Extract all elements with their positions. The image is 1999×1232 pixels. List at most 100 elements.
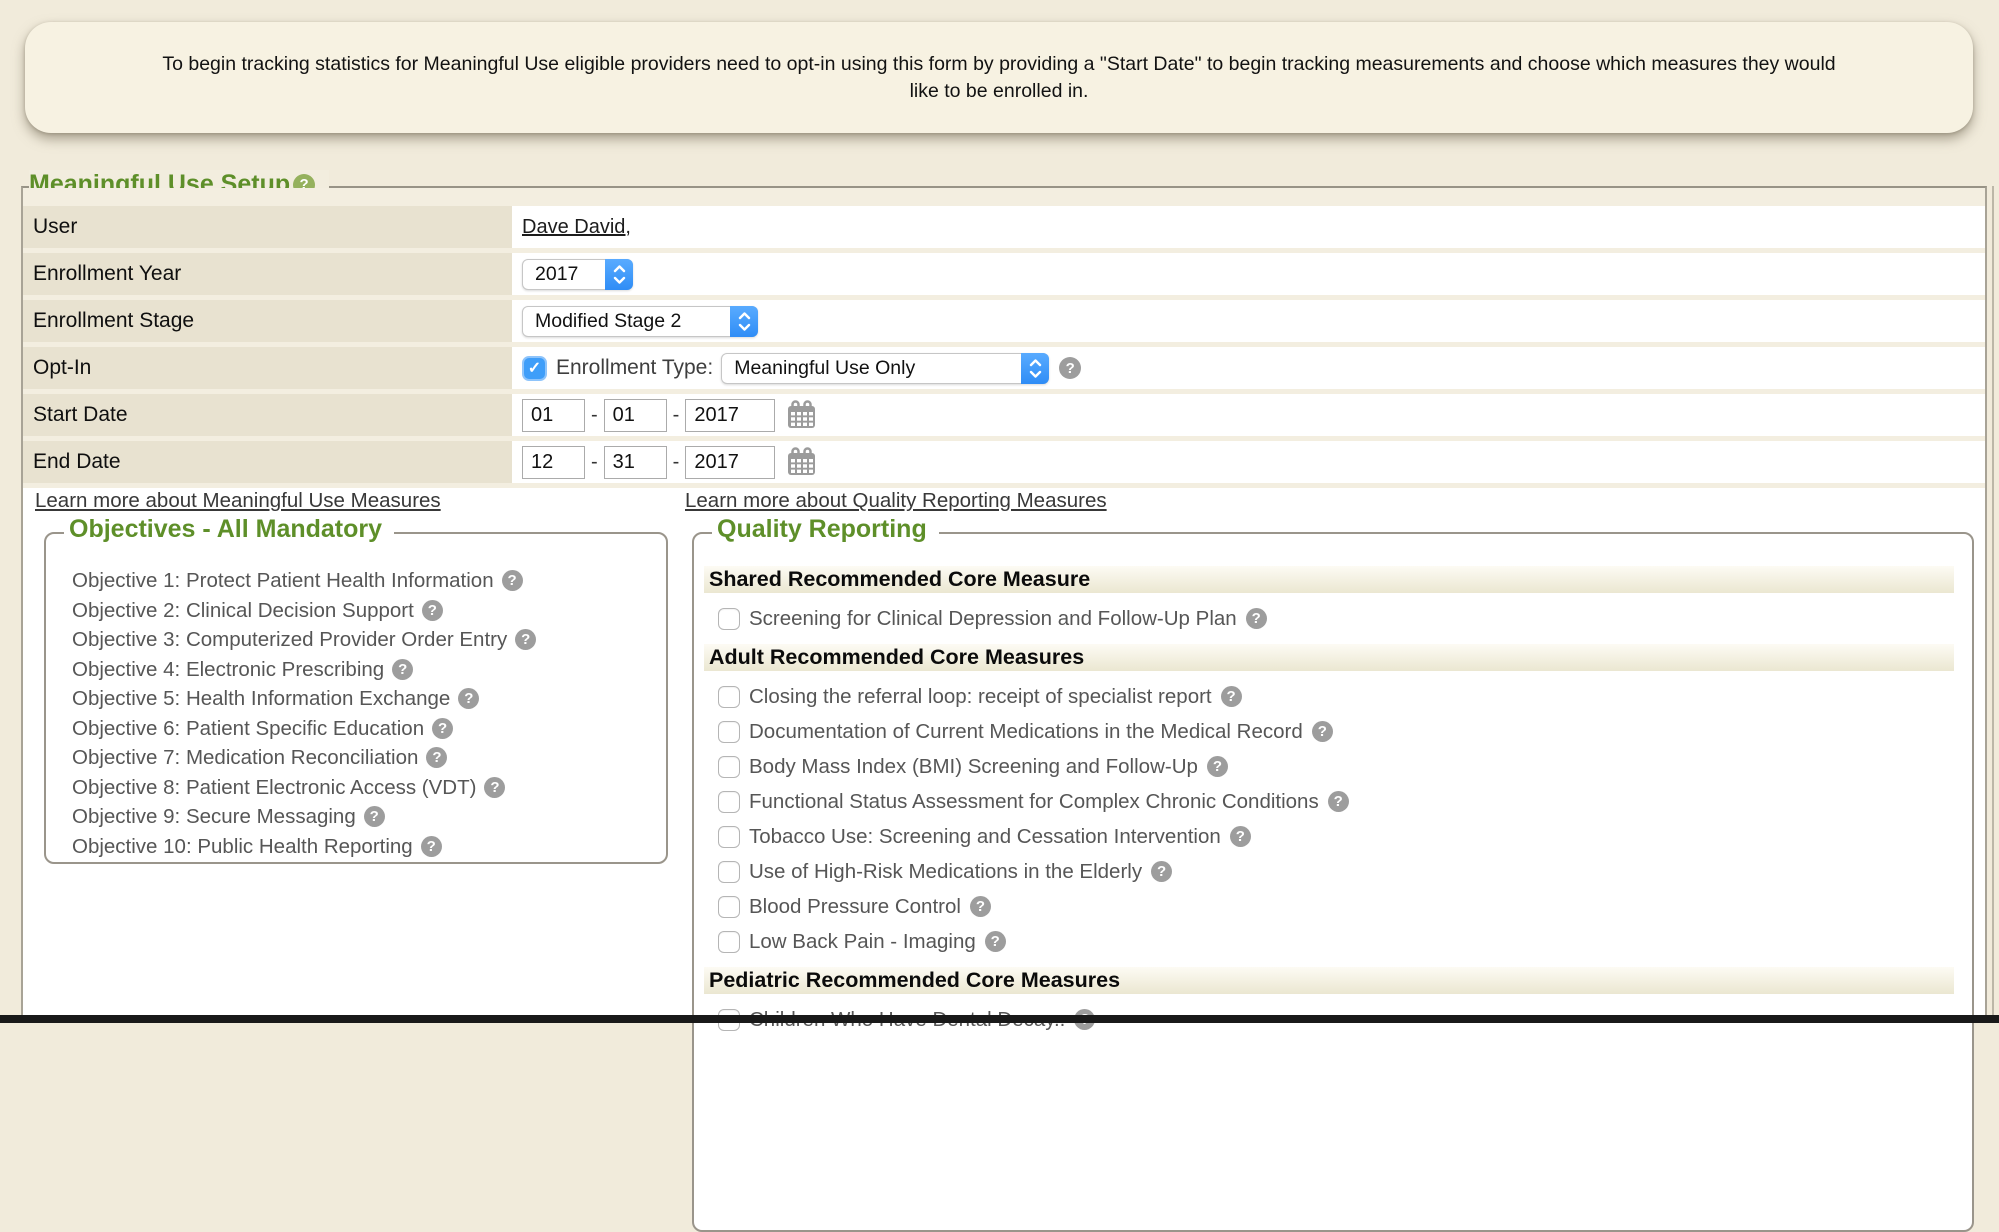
- calendar-icon[interactable]: [787, 400, 816, 430]
- help-icon[interactable]: ?: [1312, 721, 1333, 742]
- instruction-text: To begin tracking statistics for Meaning…: [149, 51, 1849, 105]
- end-date-month-input[interactable]: [522, 446, 585, 479]
- learn-more-qr-link[interactable]: Learn more about Quality Reporting Measu…: [685, 489, 1107, 513]
- opt-in-checkbox[interactable]: ✓: [522, 356, 547, 381]
- enrollment-type-help-icon[interactable]: ?: [1059, 357, 1081, 379]
- chevron-up-down-icon: [605, 259, 633, 290]
- table-row: Start Date - -: [23, 394, 1985, 436]
- objectives-fieldset: Objectives - All Mandatory Objective 1: …: [44, 532, 668, 864]
- quality-legend: Quality Reporting: [712, 515, 939, 544]
- list-item: Objective 9: Secure Messaging?: [72, 802, 666, 832]
- quality-reporting-fieldset: Quality Reporting Shared Recommended Cor…: [692, 532, 1974, 1232]
- end-date-label: End Date: [23, 441, 512, 483]
- list-item: Objective 2: Clinical Decision Support?: [72, 596, 666, 626]
- measure-row: Documentation of Current Medications in …: [718, 714, 1972, 749]
- measure-row: Blood Pressure Control ?: [718, 889, 1972, 924]
- measure-row: Use of High-Risk Medications in the Elde…: [718, 854, 1972, 889]
- help-icon[interactable]: ?: [458, 688, 479, 709]
- enrollment-type-inline-label: Enrollment Type:: [556, 356, 713, 380]
- help-icon[interactable]: ?: [970, 896, 991, 917]
- start-date-month-input[interactable]: [522, 399, 585, 432]
- enrollment-year-label: Enrollment Year: [23, 253, 512, 295]
- help-icon[interactable]: ?: [484, 777, 505, 798]
- check-icon: ✓: [528, 358, 541, 378]
- help-icon[interactable]: ?: [502, 570, 523, 591]
- section-header-shared: Shared Recommended Core Measure: [704, 566, 1954, 593]
- meaningful-use-setup-fieldset: Meaningful Use Setup ? User Dave David, …: [21, 186, 1987, 1023]
- start-date-label: Start Date: [23, 394, 512, 436]
- enrollment-stage-value: Modified Stage 2: [535, 310, 681, 333]
- help-icon[interactable]: ?: [426, 747, 447, 768]
- meaningful-use-setup-page: { "banner": { "text": "To begin tracking…: [0, 0, 1999, 1023]
- list-item: Objective 8: Patient Electronic Access (…: [72, 773, 666, 803]
- start-date-day-input[interactable]: [604, 399, 667, 432]
- measure-checkbox[interactable]: [718, 721, 740, 743]
- list-item: Objective 7: Medication Reconciliation?: [72, 743, 666, 773]
- help-icon[interactable]: ?: [422, 600, 443, 621]
- learn-more-mu-link[interactable]: Learn more about Meaningful Use Measures: [35, 489, 441, 513]
- setup-table: User Dave David, Enrollment Year 2017 En…: [23, 188, 1985, 488]
- measure-row: Body Mass Index (BMI) Screening and Foll…: [718, 749, 1972, 784]
- help-icon[interactable]: ?: [1151, 861, 1172, 882]
- end-date-year-input[interactable]: [685, 446, 775, 479]
- section-header-pediatric: Pediatric Recommended Core Measures: [704, 967, 1954, 994]
- end-date-day-input[interactable]: [604, 446, 667, 479]
- chevron-up-down-icon: [1021, 353, 1049, 384]
- help-icon[interactable]: ?: [1328, 791, 1349, 812]
- user-row-label: User: [23, 206, 512, 248]
- date-separator: -: [591, 404, 598, 427]
- enrollment-year-select[interactable]: 2017: [522, 259, 633, 290]
- date-separator: -: [673, 451, 680, 474]
- help-icon[interactable]: ?: [421, 836, 442, 857]
- start-date-year-input[interactable]: [685, 399, 775, 432]
- help-icon[interactable]: ?: [1207, 756, 1228, 777]
- list-item: Objective 10: Public Health Reporting?: [72, 832, 666, 862]
- measure-checkbox[interactable]: [718, 686, 740, 708]
- quality-list: Shared Recommended Core Measure Screenin…: [694, 534, 1972, 1037]
- measure-checkbox[interactable]: [718, 931, 740, 953]
- table-row: Opt-In ✓ Enrollment Type: Meaningful Use…: [23, 347, 1985, 389]
- measure-checkbox[interactable]: [718, 608, 740, 630]
- help-icon[interactable]: ?: [515, 629, 536, 650]
- chevron-up-down-icon: [730, 306, 758, 337]
- section-header-adult: Adult Recommended Core Measures: [704, 644, 1954, 671]
- measure-row: Tobacco Use: Screening and Cessation Int…: [718, 819, 1972, 854]
- help-icon[interactable]: ?: [1230, 826, 1251, 847]
- enrollment-stage-label: Enrollment Stage: [23, 300, 512, 342]
- enrollment-type-value: Meaningful Use Only: [734, 357, 915, 380]
- enrollment-year-value: 2017: [535, 263, 578, 286]
- measure-row: Closing the referral loop: receipt of sp…: [718, 679, 1972, 714]
- measure-row: Low Back Pain - Imaging ?: [718, 924, 1972, 959]
- help-icon[interactable]: ?: [432, 718, 453, 739]
- measure-checkbox[interactable]: [718, 861, 740, 883]
- help-icon[interactable]: ?: [392, 659, 413, 680]
- help-icon[interactable]: ?: [985, 931, 1006, 952]
- measure-checkbox[interactable]: [718, 896, 740, 918]
- date-separator: -: [591, 451, 598, 474]
- measure-row: Screening for Clinical Depression and Fo…: [718, 601, 1972, 636]
- list-item: Objective 1: Protect Patient Health Info…: [72, 566, 666, 596]
- enrollment-type-select[interactable]: Meaningful Use Only: [721, 353, 1049, 384]
- objectives-legend: Objectives - All Mandatory: [64, 515, 394, 544]
- table-row: Enrollment Stage Modified Stage 2: [23, 300, 1985, 342]
- help-icon[interactable]: ?: [364, 806, 385, 827]
- measure-checkbox[interactable]: [718, 756, 740, 778]
- objectives-list: Objective 1: Protect Patient Health Info…: [46, 534, 666, 861]
- measure-checkbox[interactable]: [718, 826, 740, 848]
- table-row: End Date - -: [23, 441, 1985, 483]
- table-row: Enrollment Year 2017: [23, 253, 1985, 295]
- help-icon[interactable]: ?: [1221, 686, 1242, 707]
- list-item: Objective 4: Electronic Prescribing?: [72, 655, 666, 685]
- table-row: User Dave David,: [23, 206, 1985, 248]
- list-item: Objective 6: Patient Specific Education?: [72, 714, 666, 744]
- instruction-banner: To begin tracking statistics for Meaning…: [25, 22, 1973, 133]
- calendar-icon[interactable]: [787, 447, 816, 477]
- measure-checkbox[interactable]: [718, 791, 740, 813]
- enrollment-stage-select[interactable]: Modified Stage 2: [522, 306, 758, 337]
- right-edge-line: [1992, 186, 1994, 1023]
- user-link[interactable]: Dave David,: [522, 216, 631, 239]
- viewport-bottom-edge: [0, 1015, 1999, 1023]
- help-icon[interactable]: ?: [1246, 608, 1267, 629]
- list-item: Objective 5: Health Information Exchange…: [72, 684, 666, 714]
- measure-row: Functional Status Assessment for Complex…: [718, 784, 1972, 819]
